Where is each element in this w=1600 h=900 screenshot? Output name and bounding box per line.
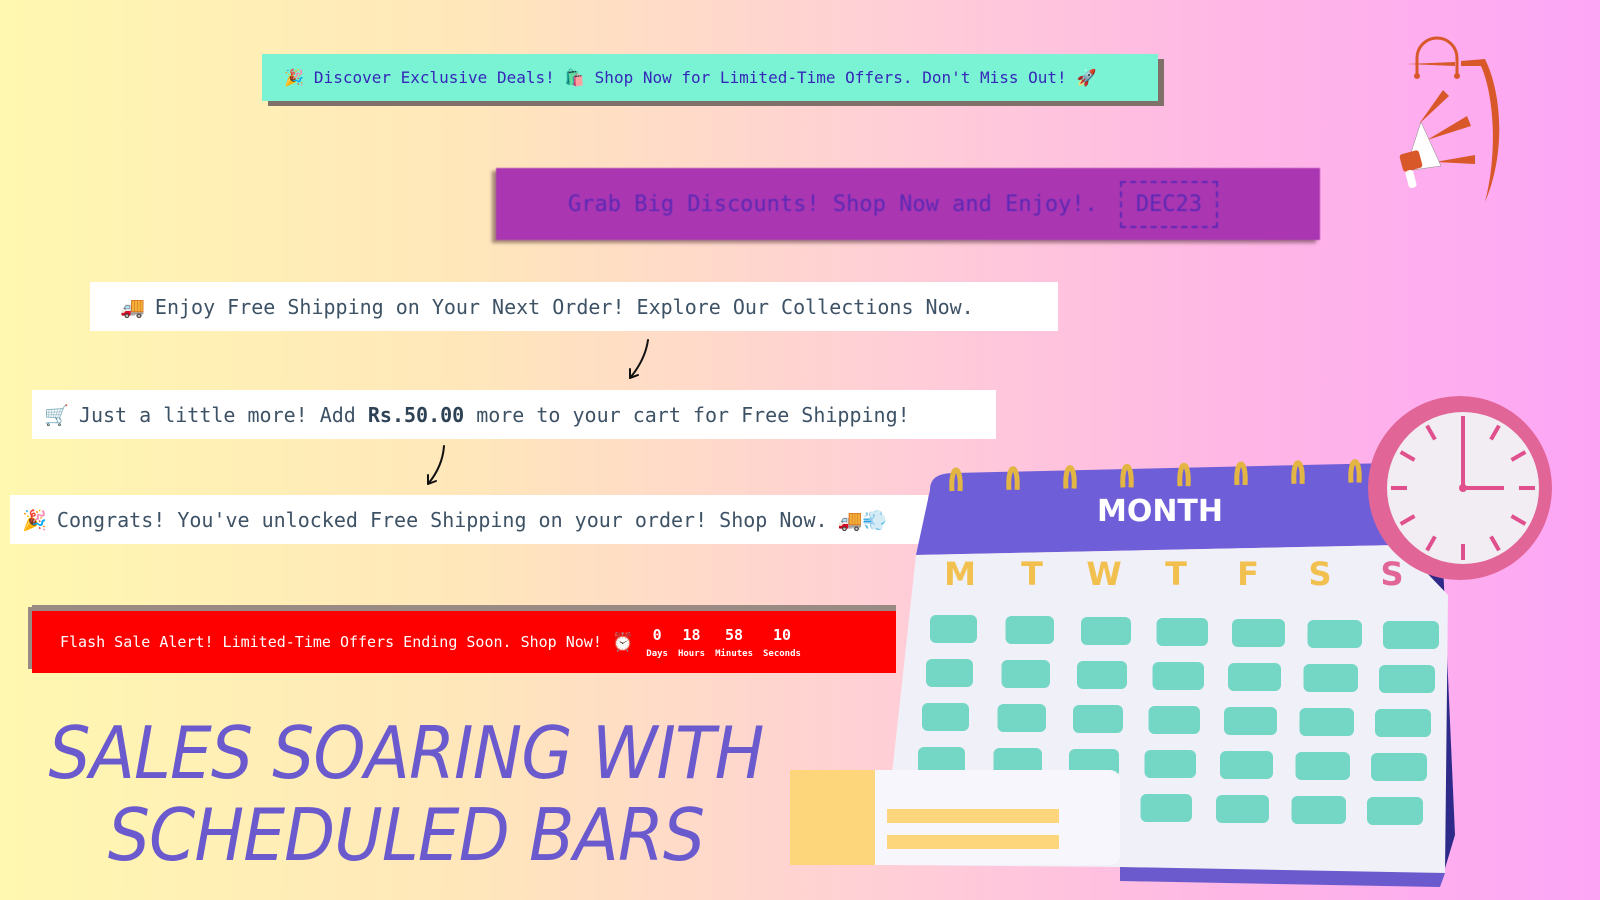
discount-text: Grab Big Discounts! Shop Now and Enjoy!. (568, 191, 1098, 217)
weekday-label: W (1086, 555, 1121, 593)
arrow-down-icon (629, 339, 649, 379)
calendar-day-cell (1001, 660, 1050, 688)
countdown-value: 18 (682, 625, 701, 644)
coupon-code[interactable]: DEC23 (1119, 180, 1219, 228)
calendar-day-cell (1367, 797, 1423, 825)
arrow-down-icon (427, 445, 445, 485)
calendar-day-cell (930, 615, 977, 643)
calendar-day-cell (1005, 616, 1054, 644)
weekday-label: T (1021, 555, 1043, 593)
calendar-day-cell (1144, 750, 1196, 778)
weekday-label: F (1237, 555, 1259, 593)
calendar-day-cell (1291, 796, 1346, 824)
headline-line-2: SCHEDULED BARS (107, 793, 705, 877)
calendar-day-cell (1299, 708, 1354, 736)
megaphone-shopping-bag-icon (1399, 36, 1500, 202)
countdown-hours: 18 Hours (678, 626, 705, 659)
weekday-label: T (1165, 555, 1187, 593)
shopping-cart-icon: 🛒 (44, 402, 69, 427)
note-line (887, 835, 1059, 849)
wall-clock-icon (1368, 396, 1552, 580)
calendar-day-cell (1371, 753, 1427, 781)
calendar-day-cell (1224, 707, 1277, 735)
countdown-label: Days (646, 648, 668, 659)
countdown-value: 10 (772, 625, 791, 644)
calendar-day-cell (1220, 751, 1273, 779)
shop-now-text: Shop Now for Limited-Time Offers. Don't … (594, 68, 1067, 87)
calendar-day-cell (1152, 662, 1204, 690)
calendar-day-cell (1073, 705, 1123, 733)
alarm-clock-icon: ⏰ (611, 631, 635, 653)
headline: SALES SOARING WITH SCHEDULED BARS (6, 712, 806, 876)
free-shipping-text: Enjoy Free Shipping on Your Next Order! … (154, 294, 974, 319)
calendar-day-cell (1375, 709, 1431, 737)
unlocked-text: Congrats! You've unlocked Free Shipping … (56, 507, 828, 532)
calendar-day-cell (1216, 795, 1269, 823)
countdown-minutes: 58 Minutes (715, 626, 753, 659)
calendar-day-cell (1156, 618, 1208, 646)
weekday-label: M (944, 555, 976, 593)
deals-text: Discover Exclusive Deals! (313, 68, 555, 87)
remaining-amount: Rs.50.00 (367, 402, 465, 427)
calendar-day-cell (997, 704, 1046, 732)
calendar-day-cell (922, 703, 969, 731)
discount-coupon-bar[interactable]: Grab Big Discounts! Shop Now and Enjoy!.… (496, 168, 1320, 240)
countdown-value: 58 (725, 625, 744, 644)
calendar-day-cell (1232, 619, 1285, 647)
delivery-truck-icon: 🚚 (120, 294, 145, 319)
progress-text-before: Just a little more! Add (78, 402, 356, 427)
free-shipping-bar[interactable]: 🚚 Enjoy Free Shipping on Your Next Order… (90, 282, 1058, 331)
flash-sale-text: Flash Sale Alert! Limited-Time Offers En… (60, 633, 602, 651)
calendar-day-cell (1148, 706, 1200, 734)
calendar-title: MONTH (1097, 494, 1223, 529)
party-popper-icon: 🎉 (22, 507, 47, 532)
countdown-timer: 0 Days 18 Hours 58 Minutes 10 Seconds (646, 626, 801, 659)
calendar-day-cell (1140, 794, 1192, 822)
calendar-day-cell (1077, 661, 1127, 689)
calendar-day-cell (1383, 621, 1439, 649)
countdown-value: 0 (652, 625, 662, 644)
countdown-label: Hours (677, 648, 706, 659)
calendar-illustration: MONTH M T W T F S S (790, 396, 1552, 887)
headline-line-1: SALES SOARING WITH (48, 711, 765, 795)
shopping-bags-icon: 🛍️ (564, 68, 585, 87)
calendar-day-cell (1307, 620, 1362, 648)
rocket-icon: 🚀 (1076, 68, 1097, 87)
countdown-days: 0 Days (646, 626, 668, 659)
calendar-day-cell (1379, 665, 1435, 693)
weekday-label: S (1308, 555, 1331, 593)
calendar-day-cell (1228, 663, 1281, 691)
deals-announcement-bar[interactable]: 🎉 Discover Exclusive Deals! 🛍️ Shop Now … (262, 54, 1158, 101)
flash-sale-countdown-bar[interactable]: Flash Sale Alert! Limited-Time Offers En… (32, 611, 896, 673)
calendar-day-cell (1081, 617, 1131, 645)
party-popper-icon: 🎉 (284, 68, 304, 87)
note-line (887, 809, 1059, 823)
countdown-label: Minutes (715, 648, 753, 659)
calendar-day-cell (1303, 664, 1358, 692)
weekday-label: S (1380, 555, 1403, 593)
calendar-day-cell (1295, 752, 1350, 780)
calendar-day-cell (926, 659, 973, 687)
